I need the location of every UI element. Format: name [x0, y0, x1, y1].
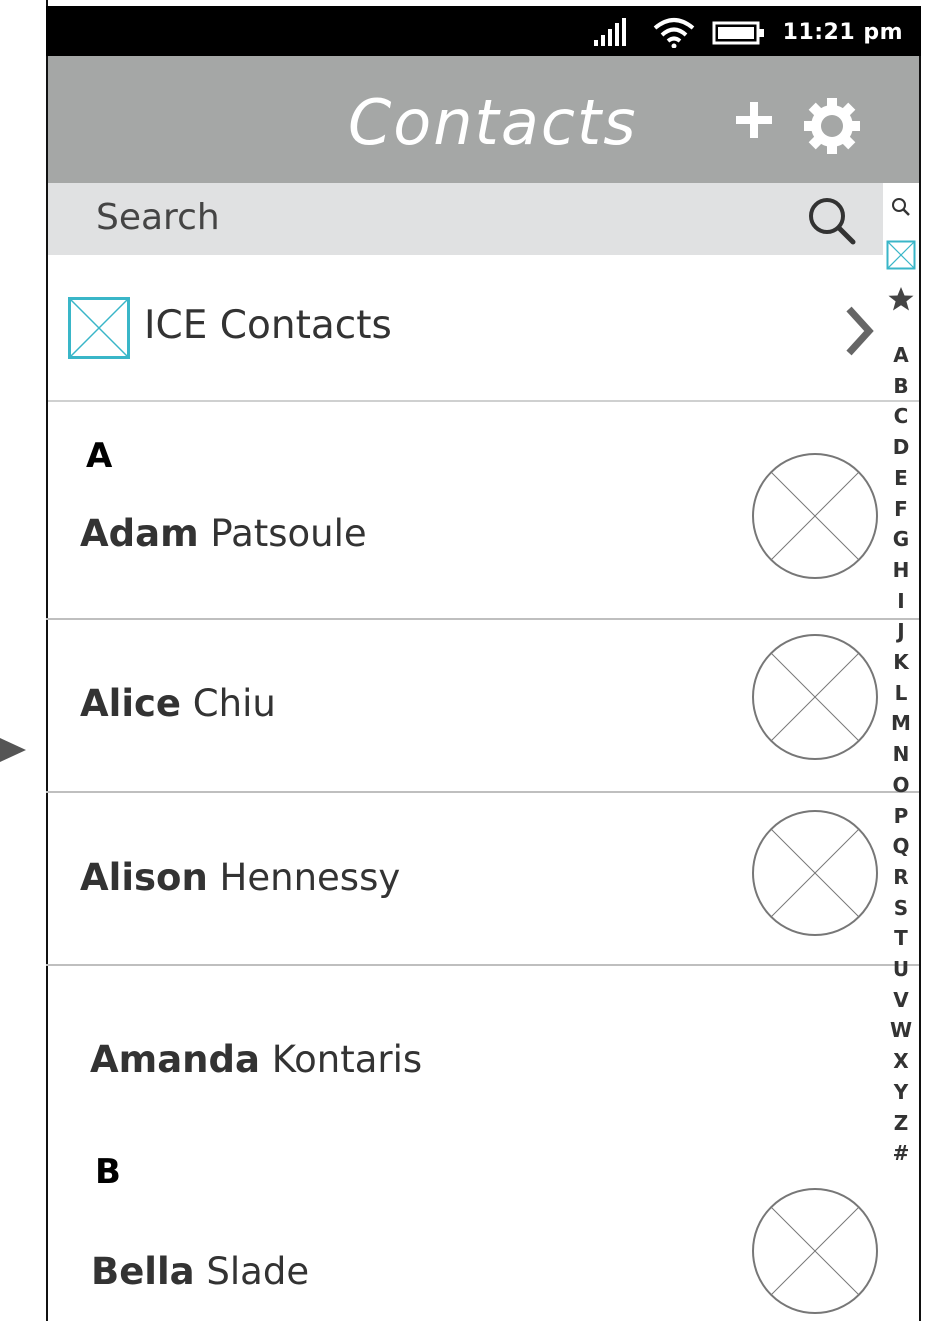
index-letter-u[interactable]: U [884, 958, 918, 980]
index-letter-i[interactable]: I [884, 590, 918, 612]
index-letter-e[interactable]: E [884, 467, 918, 489]
search-input[interactable]: Search [96, 197, 220, 238]
divider [48, 400, 919, 402]
contact-name[interactable]: Amanda Kontaris [90, 1038, 422, 1081]
index-letter-v[interactable]: V [884, 989, 918, 1011]
add-icon [736, 102, 772, 138]
contact-last-name: Chiu [181, 682, 276, 725]
index-letter-q[interactable]: Q [884, 835, 918, 857]
index-favorites-star-icon[interactable] [884, 286, 918, 316]
divider [46, 791, 919, 793]
contact-first-name: Alison [80, 856, 208, 899]
contact-first-name: Alice [80, 682, 182, 725]
index-letter-a[interactable]: A [884, 344, 918, 366]
app-header: Contacts [48, 56, 919, 183]
index-letter-j[interactable]: J [884, 620, 918, 642]
index-letter-g[interactable]: G [884, 528, 918, 550]
search-icon [809, 198, 856, 245]
ice-contacts-row[interactable]: ICE Contacts [48, 255, 883, 400]
contact-last-name: Slade [194, 1250, 310, 1293]
index-letter-r[interactable]: R [884, 866, 918, 888]
contact-name[interactable]: Adam Patsoule [80, 512, 367, 555]
index-letter-b[interactable]: B [884, 375, 918, 397]
index-letter-m[interactable]: M [884, 712, 918, 734]
index-letter-hash[interactable]: # [884, 1142, 918, 1164]
avatar [751, 1187, 879, 1315]
index-letter-o[interactable]: O [884, 774, 918, 796]
index-letter-y[interactable]: Y [884, 1081, 918, 1103]
index-letter-t[interactable]: T [884, 927, 918, 949]
index-letter-w[interactable]: W [884, 1019, 918, 1041]
gear-icon [804, 98, 860, 154]
index-letter-k[interactable]: K [884, 651, 918, 673]
status-time: 11:21 pm [782, 20, 903, 45]
index-ice-icon[interactable] [884, 240, 918, 274]
section-header-a: A [86, 436, 113, 476]
signal-icon [594, 16, 636, 50]
search-button[interactable] [806, 195, 858, 247]
contact-last-name: Hennessy [207, 856, 401, 899]
avatar [751, 633, 879, 761]
status-bar: 11:21 pm [46, 6, 921, 56]
alphabet-index[interactable]: A B C D E F G H I J K L M N O P Q R S T U V W X Y Z # [884, 192, 918, 1172]
index-letter-h[interactable]: H [884, 559, 918, 581]
index-letter-s[interactable]: S [884, 897, 918, 919]
contact-first-name: Bella [91, 1250, 195, 1293]
contact-first-name: Amanda [90, 1038, 260, 1081]
contact-last-name: Kontaris [259, 1038, 423, 1081]
divider [46, 618, 919, 620]
contact-name[interactable]: Alison Hennessy [80, 856, 400, 899]
contact-name[interactable]: Bella Slade [91, 1250, 309, 1293]
device-frame-right [919, 56, 921, 1321]
pointer-arrow-icon [0, 736, 28, 764]
settings-button[interactable] [800, 94, 864, 158]
index-letter-n[interactable]: N [884, 743, 918, 765]
ice-contacts-label: ICE Contacts [144, 303, 392, 348]
battery-icon [712, 20, 768, 50]
index-letter-c[interactable]: C [884, 405, 918, 427]
avatar [751, 452, 879, 580]
index-search-icon[interactable] [884, 196, 918, 222]
index-letter-p[interactable]: P [884, 805, 918, 827]
avatar [751, 809, 879, 937]
divider [46, 964, 919, 966]
search-bar[interactable]: Search [48, 183, 883, 255]
chevron-right-icon [844, 305, 874, 357]
image-placeholder-icon [68, 297, 130, 359]
section-header-b: B [95, 1152, 121, 1192]
contact-name[interactable]: Alice Chiu [80, 682, 276, 725]
page-title: Contacts [348, 86, 638, 159]
index-letter-l[interactable]: L [884, 682, 918, 704]
index-letter-z[interactable]: Z [884, 1112, 918, 1134]
contact-last-name: Patsoule [198, 512, 367, 555]
wifi-icon [652, 16, 696, 52]
contact-first-name: Adam [80, 512, 199, 555]
index-letter-d[interactable]: D [884, 436, 918, 458]
index-letter-f[interactable]: F [884, 498, 918, 520]
index-letter-x[interactable]: X [884, 1050, 918, 1072]
add-contact-button[interactable] [730, 96, 778, 144]
